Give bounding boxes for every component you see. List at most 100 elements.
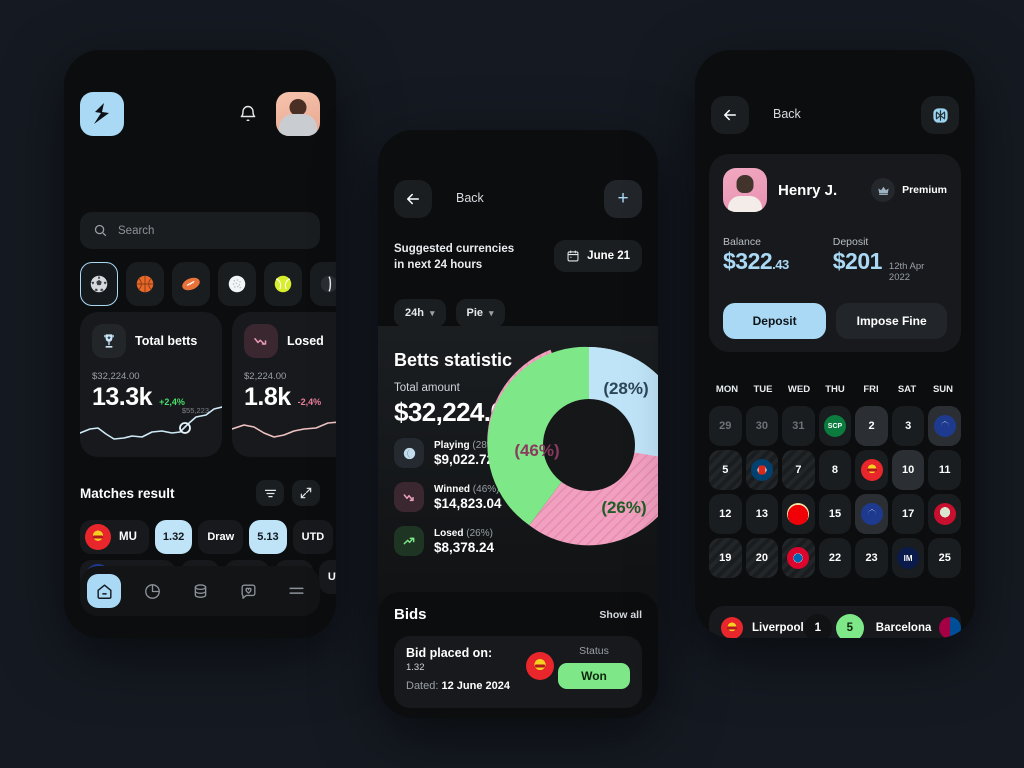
settings-button[interactable] bbox=[921, 96, 959, 134]
donut-chart[interactable]: (28%) (46%) (26%) bbox=[474, 330, 658, 560]
team-name-home: Liverpool bbox=[752, 622, 804, 634]
search-input[interactable]: Search bbox=[80, 212, 320, 249]
calendar-cell[interactable]: 25 bbox=[928, 538, 961, 578]
score-away: 5 bbox=[835, 614, 864, 638]
calendar-cell[interactable]: 7 bbox=[782, 450, 815, 490]
bid-status-label: Status bbox=[579, 645, 609, 657]
impose-fine-button[interactable]: Impose Fine bbox=[836, 303, 947, 339]
calendar-cell[interactable]: 13 bbox=[745, 494, 779, 534]
calendar-icon bbox=[567, 250, 579, 262]
donut-label-winned: (46%) bbox=[514, 441, 559, 460]
avatar[interactable] bbox=[276, 92, 320, 136]
calendar-cell[interactable] bbox=[855, 494, 888, 534]
calendar-cell[interactable]: 2 bbox=[855, 406, 888, 446]
back-button[interactable] bbox=[394, 180, 432, 218]
plus-icon: + bbox=[617, 188, 629, 209]
profile-card: Henry J. Premium Balance $322.43 Deposit… bbox=[709, 154, 961, 352]
calendar-cell[interactable] bbox=[928, 406, 961, 446]
expand-icon bbox=[300, 487, 312, 499]
calendar-cell[interactable]: 17 bbox=[891, 494, 925, 534]
trophy-glyph bbox=[104, 334, 114, 348]
chart-down-icon bbox=[394, 482, 424, 512]
calendar-cell[interactable]: 23 bbox=[855, 538, 888, 578]
profile-identity-row: Henry J. Premium bbox=[723, 168, 947, 212]
phone-statistics-screen: Back + Suggested currencies in next 24 h… bbox=[378, 130, 658, 718]
deposit-date: 12th Apr 2022 bbox=[888, 261, 925, 283]
odd-home[interactable]: 1.32 bbox=[154, 520, 193, 554]
calendar-cell[interactable]: 19 bbox=[709, 538, 742, 578]
calendar-cell[interactable] bbox=[745, 450, 779, 490]
bid-card[interactable]: Bid placed on: 1.32 Dated: 12 June 2024 … bbox=[394, 636, 642, 708]
phone1-screen: Search Total betts $32,224.00 13.3k +2,4… bbox=[64, 50, 336, 638]
suggested-line-1: Suggested currencies bbox=[394, 243, 515, 255]
deposit-button[interactable]: Deposit bbox=[723, 303, 827, 339]
odd-draw-label[interactable]: Draw bbox=[198, 520, 244, 554]
bid-date-value: 12 June 2024 bbox=[441, 680, 510, 692]
sport-item-soccer[interactable] bbox=[80, 262, 118, 306]
notification-bell-icon[interactable] bbox=[238, 103, 258, 125]
calendar-cell[interactable]: 11 bbox=[928, 450, 961, 490]
calendar-cell[interactable]: 5 bbox=[709, 450, 742, 490]
calendar-cell[interactable] bbox=[928, 494, 961, 534]
calendar-day-number: 7 bbox=[795, 464, 802, 476]
sport-item-more[interactable] bbox=[310, 262, 336, 306]
sport-item-tennis[interactable] bbox=[264, 262, 302, 306]
phone2-screen: Back + Suggested currencies in next 24 h… bbox=[378, 130, 658, 718]
bottom-tab-bar bbox=[80, 566, 320, 616]
stat-card-total-betts[interactable]: Total betts $32,224.00 13.3k +2,4% $55,2… bbox=[80, 312, 222, 457]
calendar-cell[interactable] bbox=[818, 406, 852, 446]
calendar-cell[interactable] bbox=[891, 538, 925, 578]
back-button[interactable] bbox=[711, 96, 749, 134]
show-all-link[interactable]: Show all bbox=[599, 609, 642, 621]
calendar-cell[interactable]: 30 bbox=[745, 406, 779, 446]
chip-timeframe[interactable]: 24h ▾ bbox=[394, 299, 446, 327]
tab-statistics[interactable] bbox=[135, 574, 169, 608]
app-logo[interactable] bbox=[80, 92, 124, 136]
weekday-sun: SUN bbox=[932, 384, 954, 395]
calendar-cell[interactable]: 8 bbox=[818, 450, 852, 490]
hamburger-menu-icon bbox=[288, 587, 304, 594]
stat-card-losed[interactable]: Losed $2,224.00 1.8k -2,4% bbox=[232, 312, 336, 457]
odd-away[interactable]: 5.13 bbox=[249, 520, 287, 554]
calendar-cell[interactable]: 10 bbox=[891, 450, 925, 490]
phone2-header: Back + bbox=[394, 180, 642, 220]
add-button[interactable]: + bbox=[604, 180, 642, 218]
calendar-cell[interactable]: 29 bbox=[709, 406, 742, 446]
filter-button[interactable] bbox=[256, 480, 284, 506]
expand-button[interactable] bbox=[292, 480, 320, 506]
calendar-day-number: 2 bbox=[868, 420, 875, 432]
tab-home[interactable] bbox=[87, 574, 121, 608]
tab-menu[interactable] bbox=[279, 574, 313, 608]
arrow-left-icon bbox=[407, 193, 419, 205]
avatar[interactable] bbox=[723, 168, 767, 212]
calendar-cell[interactable] bbox=[855, 450, 888, 490]
donut-label-playing: (28%) bbox=[603, 379, 648, 398]
calendar-cell[interactable]: 15 bbox=[818, 494, 852, 534]
calendar-cell[interactable] bbox=[782, 538, 815, 578]
legend-name: Playing bbox=[434, 439, 470, 451]
chevron-down-icon: ▾ bbox=[429, 307, 435, 318]
sport-item-golf[interactable] bbox=[218, 262, 256, 306]
calendar-cell[interactable]: 31 bbox=[782, 406, 815, 446]
sport-item-american-football[interactable] bbox=[172, 262, 210, 306]
match-row[interactable]: Liverpool 1 5 Barcelona bbox=[709, 606, 962, 638]
calendar-day-number: 8 bbox=[831, 464, 839, 476]
calendar-cell[interactable] bbox=[782, 494, 815, 534]
bids-title: Bids bbox=[394, 606, 427, 623]
tab-wallet[interactable] bbox=[183, 574, 217, 608]
chip-charttype[interactable]: Pie ▾ bbox=[455, 299, 505, 327]
tennis-ball-icon bbox=[274, 275, 292, 293]
phone2-top-panel: Back + Suggested currencies in next 24 h… bbox=[378, 130, 658, 327]
tab-favorites[interactable] bbox=[231, 574, 265, 608]
bid-status-block: Status Won bbox=[558, 645, 630, 689]
calendar-cell[interactable]: 20 bbox=[745, 538, 779, 578]
calendar-cell[interactable]: 22 bbox=[818, 538, 852, 578]
chart-down-glyph bbox=[403, 494, 414, 502]
sport-item-basketball[interactable] bbox=[126, 262, 164, 306]
status-badge: Won bbox=[558, 663, 630, 689]
match-row[interactable]: MU 1.32 Draw 5.13 UTD bbox=[80, 520, 334, 554]
date-selector[interactable]: June 21 bbox=[554, 240, 642, 272]
matches-result-header: Matches result bbox=[80, 480, 320, 506]
calendar-cell[interactable]: 3 bbox=[891, 406, 925, 446]
calendar-cell[interactable]: 12 bbox=[709, 494, 742, 534]
